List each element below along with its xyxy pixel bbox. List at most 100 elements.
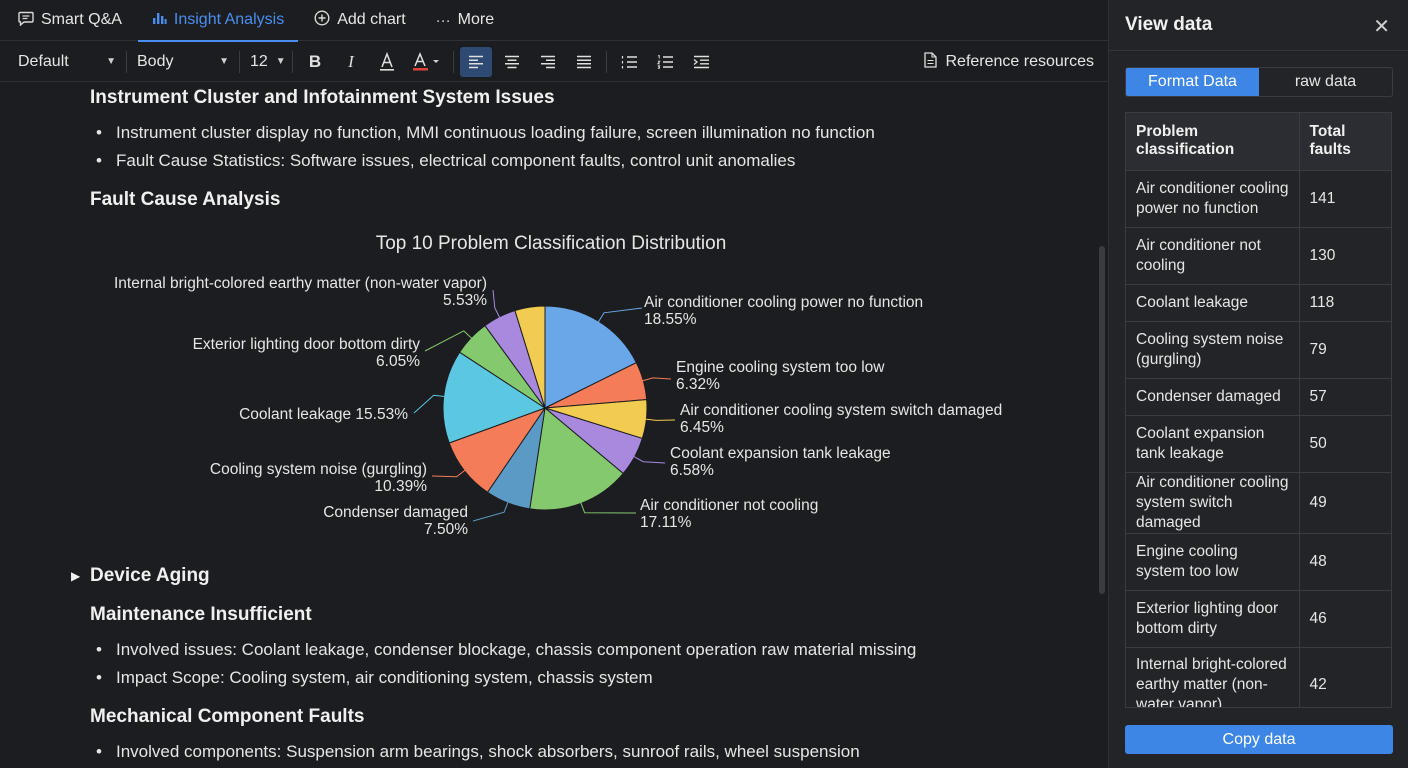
italic-button[interactable]: I <box>335 47 367 77</box>
reference-label: Reference resources <box>945 53 1094 70</box>
font-size-select[interactable]: 12 ▼ <box>244 48 288 76</box>
document-icon <box>924 51 938 73</box>
bulleted-list-button[interactable] <box>613 47 645 77</box>
table-cell: 130 <box>1299 227 1391 285</box>
text-color-button[interactable] <box>371 47 403 77</box>
table-row: Air conditioner cooling power no functio… <box>1126 170 1391 228</box>
highlight-color-button[interactable] <box>407 47 447 77</box>
table-cell: Condenser damaged <box>1126 378 1300 416</box>
close-icon[interactable]: ✕ <box>1373 14 1390 39</box>
tab-insight-analysis[interactable]: Insight Analysis <box>137 0 299 42</box>
slice-label: Air conditioner cooling power no functio… <box>644 294 923 311</box>
slice-label: Air conditioner not cooling <box>640 497 818 514</box>
list-item: Involved issues: Coolant leakage, conden… <box>96 640 917 660</box>
top-tab-bar: Smart Q&A Insight Analysis Add chart ···… <box>0 0 1108 42</box>
slice-percent: 6.32% <box>676 376 720 393</box>
leader-line <box>413 394 446 414</box>
document-editor[interactable]: Instrument Cluster and Infotainment Syst… <box>0 83 1098 768</box>
reference-resources-button[interactable]: Reference resources <box>924 42 1094 82</box>
table-cell: 42 <box>1299 647 1391 707</box>
slice-percent: 18.55% <box>644 311 697 328</box>
format-toolbar: Default ▼ Body ▼ 12 ▼ B I Reference reso… <box>0 42 1108 82</box>
table-row: Engine cooling system too low 48 <box>1126 533 1391 591</box>
pie-slice <box>442 351 547 444</box>
pie-slice <box>458 324 546 409</box>
table-row: Coolant leakage 118 <box>1126 284 1391 322</box>
pie-slice <box>544 399 648 440</box>
italic-icon: I <box>348 51 354 71</box>
numbered-list-button[interactable] <box>649 47 681 77</box>
pie-slice <box>529 407 624 511</box>
list-item-text: Impact Scope: Cooling system, air condit… <box>116 668 653 687</box>
divider <box>606 50 607 73</box>
font-color-icon <box>378 51 396 72</box>
style-select-value: Default <box>18 52 69 70</box>
list-item-text: Instrument cluster display no function, … <box>116 123 875 142</box>
table-cell: 49 <box>1299 472 1391 534</box>
table-cell: Coolant expansion tank leakage <box>1126 415 1300 473</box>
slice-label: Condenser damaged <box>323 504 468 521</box>
scrollbar[interactable] <box>1099 246 1105 594</box>
align-center-button[interactable] <box>496 47 528 77</box>
bold-button[interactable]: B <box>299 47 331 77</box>
table-row: Condenser damaged 57 <box>1126 378 1391 416</box>
table-cell: 141 <box>1299 170 1391 228</box>
justify-button[interactable] <box>568 47 600 77</box>
slice-percent: 6.05% <box>376 353 420 370</box>
slice-percent: 6.58% <box>670 462 714 479</box>
table-cell: Exterior lighting door bottom dirty <box>1126 590 1300 648</box>
collapse-triangle-icon[interactable]: ▶ <box>71 569 80 583</box>
tab-more[interactable]: ··· More <box>436 0 494 41</box>
block-type-select[interactable]: Body ▼ <box>131 48 235 76</box>
data-view-toggle: Format Data raw data <box>1125 67 1393 97</box>
table-row: Internal bright-colored earthy matter (n… <box>1126 647 1391 707</box>
table-cell: Air conditioner cooling system switch da… <box>1126 472 1300 534</box>
leader-line <box>579 501 637 514</box>
pie-slice <box>448 406 547 493</box>
table-row: Air conditioner cooling system switch da… <box>1126 472 1391 534</box>
caret-down-icon: ▼ <box>219 56 229 67</box>
divider <box>292 50 293 73</box>
column-header: Problem classification <box>1126 113 1300 171</box>
section-heading: Instrument Cluster and Infotainment Syst… <box>90 87 555 108</box>
list-item: Impact Scope: Cooling system, air condit… <box>96 668 653 688</box>
table-header-row: Problem classification Total faults <box>1126 113 1391 171</box>
align-center-icon <box>504 55 520 69</box>
tab-smart-qa[interactable]: Smart Q&A <box>18 0 122 41</box>
font-size-value: 12 <box>250 52 268 70</box>
view-data-panel: View data ✕ Format Data raw data Problem… <box>1108 0 1408 768</box>
style-select[interactable]: Default ▼ <box>12 48 122 76</box>
align-right-button[interactable] <box>532 47 564 77</box>
indent-button[interactable] <box>685 47 717 77</box>
align-right-icon <box>540 55 556 69</box>
divider <box>453 50 454 73</box>
slice-label: Air conditioner cooling system switch da… <box>680 402 1002 419</box>
leader-line <box>632 455 666 464</box>
tab-label: Add chart <box>337 11 406 28</box>
list-item-text: Involved issues: Coolant leakage, conden… <box>116 640 917 659</box>
tab-add-chart[interactable]: Add chart <box>314 0 406 41</box>
leader-line <box>472 500 509 522</box>
table-cell: Engine cooling system too low <box>1126 533 1300 591</box>
table-cell: 50 <box>1299 415 1391 473</box>
leader-line <box>424 330 473 352</box>
slice-label: Engine cooling system too low <box>676 359 885 376</box>
copy-data-button[interactable]: Copy data <box>1125 725 1393 754</box>
list-item-text: Fault Cause Statistics: Software issues,… <box>116 151 796 170</box>
pie-slice <box>486 407 546 510</box>
table-cell: 48 <box>1299 533 1391 591</box>
list-item-text: Involved components: Suspension arm bear… <box>116 742 860 761</box>
pie-chart: Top 10 Problem Classification Distributi… <box>0 83 1098 768</box>
section-heading-collapsible[interactable]: Device Aging <box>90 565 210 587</box>
section-heading: Fault Cause Analysis <box>90 189 281 210</box>
slice-percent: 17.11% <box>640 514 692 531</box>
list-item: Fault Cause Statistics: Software issues,… <box>96 151 796 171</box>
pie-slice <box>544 305 638 409</box>
table-row: Cooling system noise (gurgling) 79 <box>1126 321 1391 379</box>
raw-data-tab[interactable]: raw data <box>1259 68 1392 96</box>
align-left-button[interactable] <box>460 46 492 77</box>
table-cell: Air conditioner not cooling <box>1126 227 1300 285</box>
format-data-tab[interactable]: Format Data <box>1126 68 1259 96</box>
column-header: Total faults <box>1299 113 1391 171</box>
font-color-red-icon <box>412 51 442 72</box>
